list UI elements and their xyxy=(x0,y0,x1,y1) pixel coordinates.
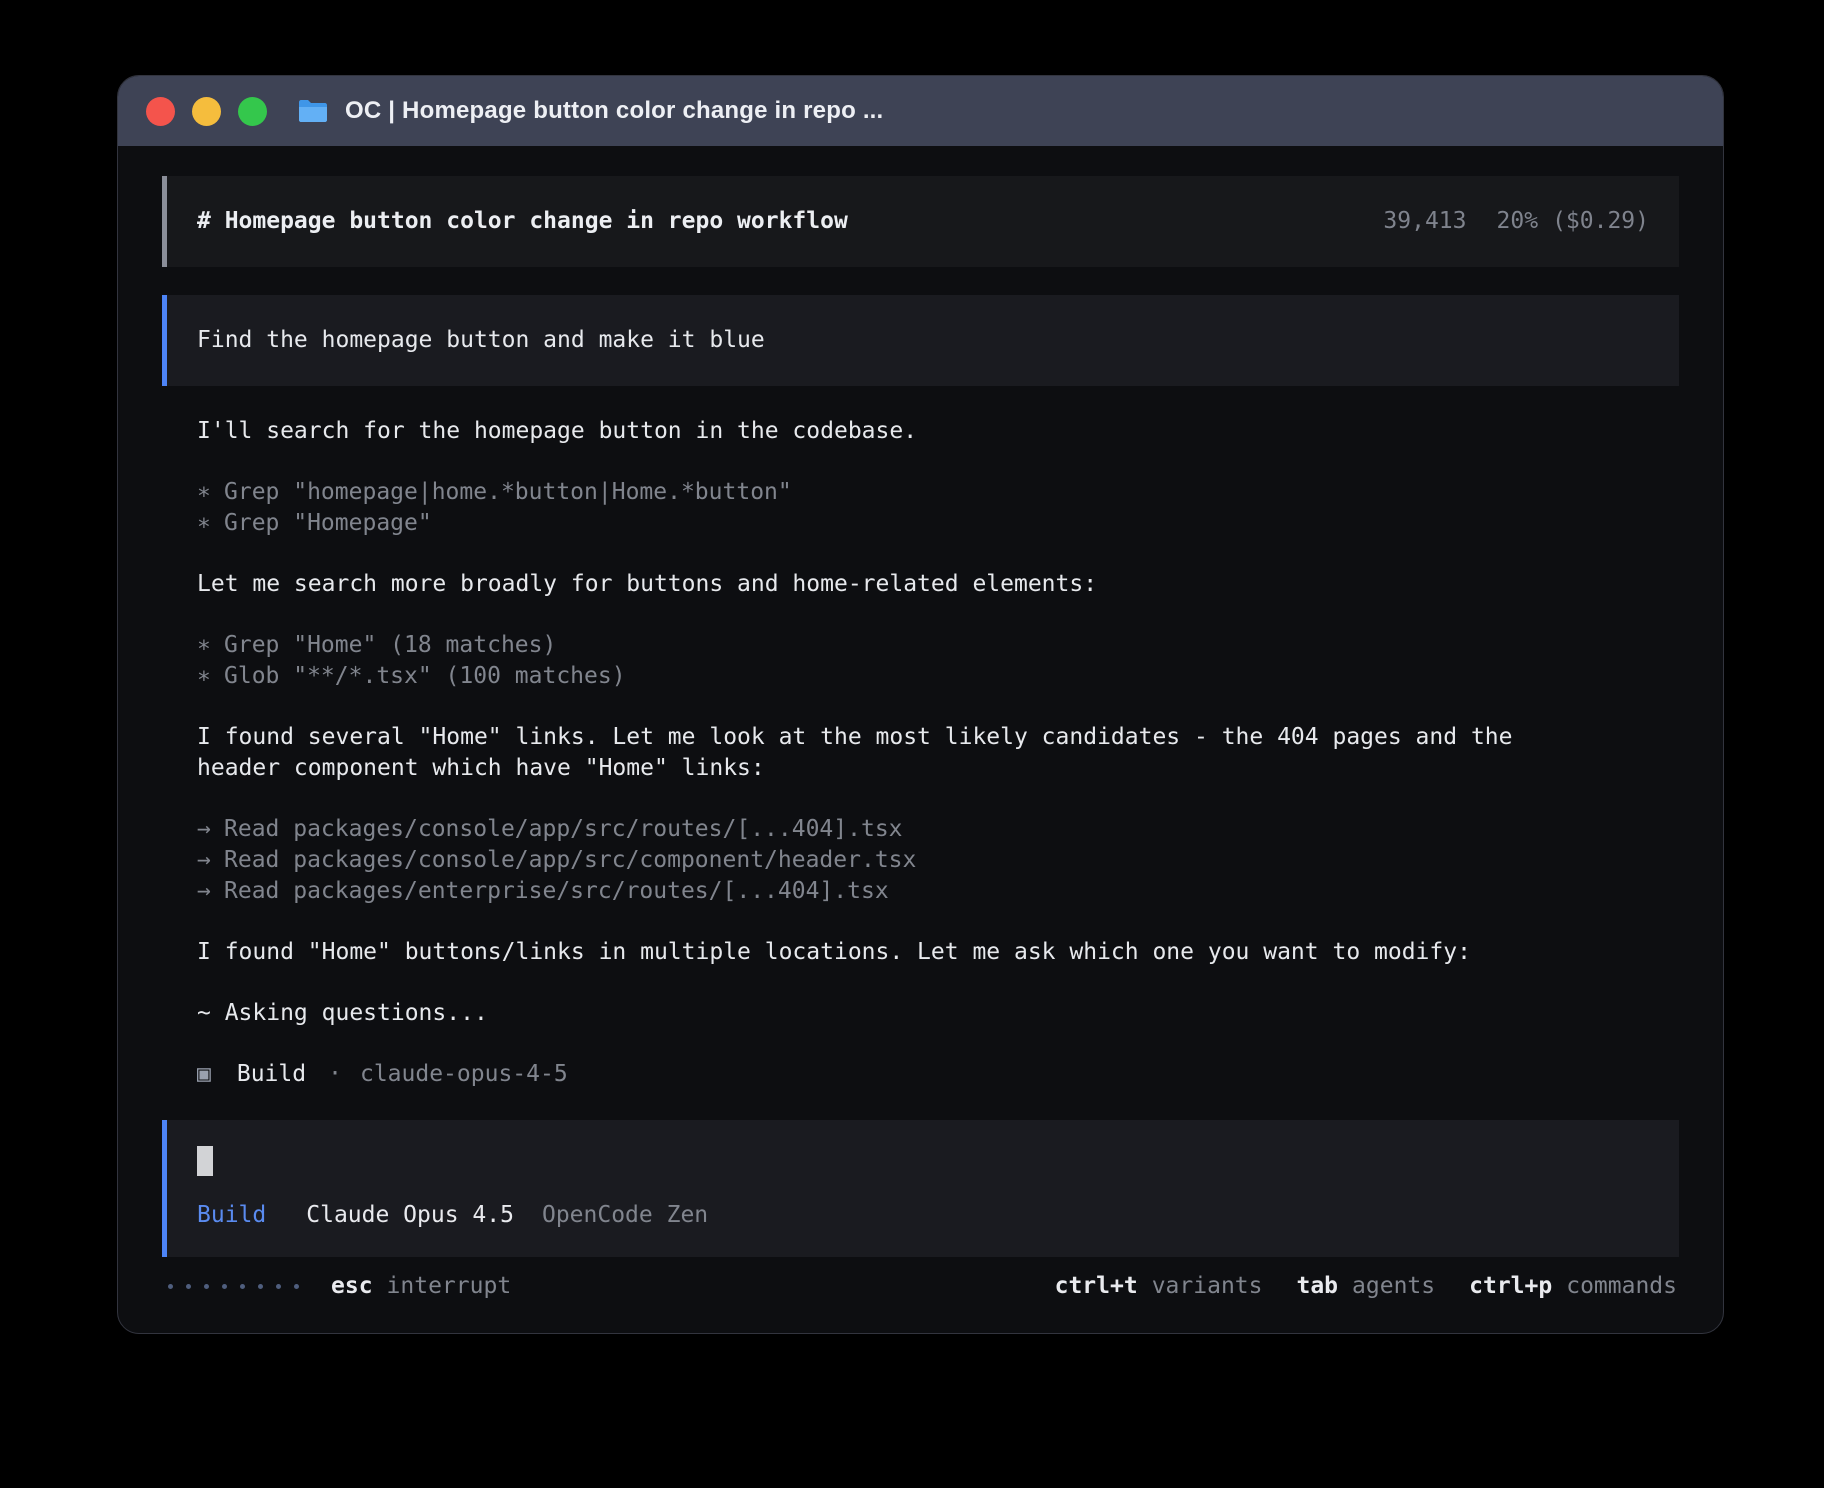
read-tool-line: →Read packages/console/app/src/component… xyxy=(197,845,1679,876)
conversation: I'll search for the homepage button in t… xyxy=(162,416,1679,1090)
asking-questions-status: ~ Asking questions... xyxy=(197,998,1679,1029)
read-file-path: Read packages/console/app/src/component/… xyxy=(224,847,916,873)
assistant-paragraph: Let me search more broadly for buttons a… xyxy=(197,569,1567,600)
read-tool-line: →Read packages/console/app/src/routes/[.… xyxy=(197,814,1679,845)
session-title: # Homepage button color change in repo w… xyxy=(197,206,848,237)
prompt-input[interactable]: Build Claude Opus 4.5 OpenCode Zen xyxy=(162,1120,1679,1257)
asterisk-icon: ∗ xyxy=(197,477,224,508)
read-tool-line: →Read packages/enterprise/src/routes/[..… xyxy=(197,876,1679,907)
shortcut-label: commands xyxy=(1566,1271,1677,1302)
badge-separator: · xyxy=(328,1059,342,1090)
zoom-button[interactable] xyxy=(238,97,267,126)
titlebar[interactable]: OC | Homepage button color change in rep… xyxy=(118,76,1723,146)
arrow-right-icon: → xyxy=(197,876,224,907)
asterisk-icon: ∗ xyxy=(197,508,224,539)
traffic-lights xyxy=(146,97,267,126)
read-file-path: Read packages/enterprise/src/routes/[...… xyxy=(224,878,889,904)
close-button[interactable] xyxy=(146,97,175,126)
shortcut-label: agents xyxy=(1352,1271,1435,1302)
shortcut-commands: ctrl+p commands xyxy=(1469,1271,1677,1302)
tool-call-line: ∗Grep "homepage|home.*button|Home.*butto… xyxy=(197,477,1679,508)
tool-call-text: Grep "Homepage" xyxy=(224,510,432,536)
agent-model: claude-opus-4-5 xyxy=(360,1059,568,1090)
shortcut-key: ctrl+t xyxy=(1055,1271,1138,1302)
assistant-paragraph: I found "Home" buttons/links in multiple… xyxy=(197,937,1567,968)
tool-call-text: Grep "homepage|home.*button|Home.*button… xyxy=(224,479,792,505)
model-line: Build Claude Opus 4.5 OpenCode Zen xyxy=(197,1200,1649,1231)
session-cost: ($0.29) xyxy=(1552,208,1649,234)
arrow-right-icon: → xyxy=(197,845,224,876)
terminal-body: # Homepage button color change in repo w… xyxy=(118,146,1723,1302)
shortcut-label: variants xyxy=(1152,1271,1263,1302)
token-count: 39,413 xyxy=(1383,208,1466,234)
tool-call-line: ∗Glob "**/*.tsx" (100 matches) xyxy=(197,661,1679,692)
read-file-path: Read packages/console/app/src/routes/[..… xyxy=(224,816,903,842)
shortcut-variants: ctrl+t variants xyxy=(1055,1271,1263,1302)
terminal-window: OC | Homepage button color change in rep… xyxy=(117,75,1724,1334)
tool-call-line: ∗Grep "Home" (18 matches) xyxy=(197,630,1679,661)
assistant-paragraph: I found several "Home" links. Let me loo… xyxy=(197,722,1567,784)
user-message-text: Find the homepage button and make it blu… xyxy=(197,327,765,353)
session-stats: 39,413 20% ($0.29) xyxy=(1383,206,1649,237)
minimize-button[interactable] xyxy=(192,97,221,126)
model-label: Claude Opus 4.5 xyxy=(306,1200,514,1231)
assistant-paragraph: I'll search for the homepage button in t… xyxy=(197,416,1567,447)
agent-name: Build xyxy=(237,1059,306,1090)
agent-badge: ▣ Build · claude-opus-4-5 xyxy=(197,1059,1679,1090)
provider-label: OpenCode Zen xyxy=(542,1200,708,1231)
window-title: OC | Homepage button color change in rep… xyxy=(345,97,883,125)
context-usage: 20% xyxy=(1497,208,1539,234)
spinner-dots xyxy=(168,1284,299,1289)
text-cursor xyxy=(197,1146,213,1176)
mode-label: Build xyxy=(197,1200,266,1231)
shortcut-agents: tab agents xyxy=(1296,1271,1435,1302)
agent-badge-icon: ▣ xyxy=(197,1059,211,1090)
asterisk-icon: ∗ xyxy=(197,630,224,661)
shortcut-key: tab xyxy=(1296,1271,1338,1302)
tool-call-text: Glob "**/*.tsx" (100 matches) xyxy=(224,663,626,689)
tool-call-line: ∗Grep "Homepage" xyxy=(197,508,1679,539)
asterisk-icon: ∗ xyxy=(197,661,224,692)
esc-label: interrupt xyxy=(387,1271,512,1302)
user-message: Find the homepage button and make it blu… xyxy=(162,295,1679,386)
folder-icon xyxy=(297,98,329,124)
shortcut-key: ctrl+p xyxy=(1469,1271,1552,1302)
arrow-right-icon: → xyxy=(197,814,224,845)
tool-call-text: Grep "Home" (18 matches) xyxy=(224,632,556,658)
status-bar: esc interrupt ctrl+t variants tab agents c… xyxy=(162,1257,1679,1302)
esc-key: esc xyxy=(331,1271,373,1302)
session-header: # Homepage button color change in repo w… xyxy=(162,176,1679,267)
